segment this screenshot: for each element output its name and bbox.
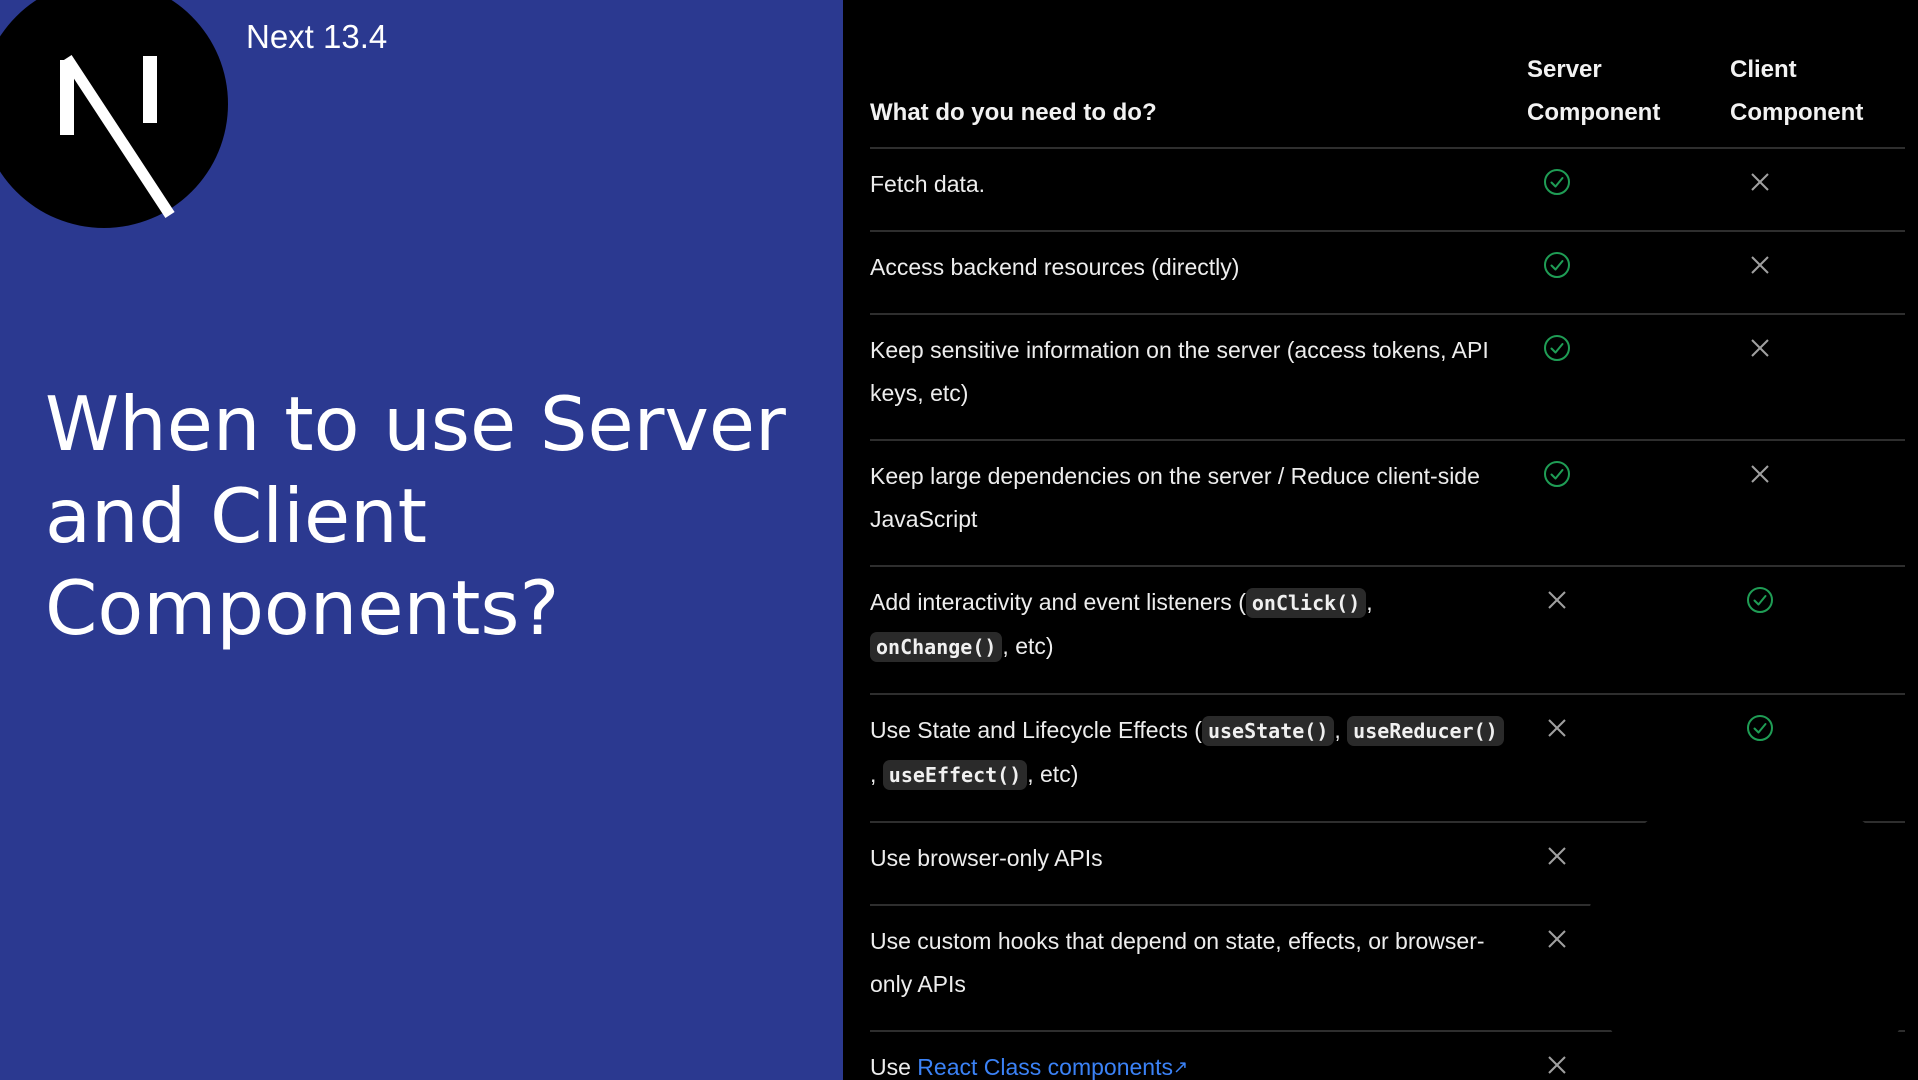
- row-text: , etc): [1027, 761, 1079, 787]
- header-client-line1: Client: [1730, 56, 1797, 83]
- title-panel: Next 13.4 When to use Server and Client …: [0, 0, 843, 1080]
- header-server-line1: Server: [1527, 56, 1602, 83]
- table-header: What do you need to do? Server Component…: [870, 48, 1905, 149]
- row-text: ,: [1334, 717, 1341, 743]
- external-link-icon: ↗: [1172, 1057, 1189, 1077]
- cross-icon: [1745, 167, 1775, 197]
- check-icon: [1745, 585, 1775, 615]
- header-client-line2: Component: [1730, 99, 1864, 126]
- header-client-component: Client Component: [1730, 48, 1880, 134]
- cross-icon: [1745, 459, 1775, 489]
- table-row: Keep large dependencies on the server / …: [870, 441, 1905, 567]
- header-task: What do you need to do?: [870, 99, 1157, 126]
- react-class-components-link[interactable]: React Class components: [917, 1054, 1173, 1080]
- row-text: Add interactivity and event listeners (: [870, 589, 1246, 615]
- cross-icon: [1745, 333, 1775, 363]
- row-text: , etc): [1002, 633, 1054, 659]
- header-server-line2: Component: [1527, 99, 1661, 126]
- row-task: Use React Class components↗: [870, 1046, 1510, 1080]
- row-task: Use State and Lifecycle Effects (useStat…: [870, 709, 1510, 797]
- cross-icon: [1745, 250, 1775, 280]
- cross-icon: [1542, 841, 1572, 871]
- cross-icon: [1542, 713, 1572, 743]
- table-row: Access backend resources (directly): [870, 232, 1905, 315]
- row-text: Use: [870, 1054, 918, 1080]
- slide: Next 13.4 When to use Server and Client …: [0, 0, 1918, 1080]
- row-text: ,: [1366, 589, 1373, 615]
- cross-icon: [1542, 1050, 1572, 1080]
- nextjs-logo-icon: [0, 0, 228, 228]
- check-icon: [1542, 333, 1572, 363]
- row-task: Use browser-only APIs: [870, 845, 1103, 871]
- code-onchange: onChange(): [870, 632, 1003, 662]
- check-icon: [1745, 713, 1775, 743]
- table-row: Keep sensitive information on the server…: [870, 315, 1905, 441]
- code-onclick: onClick(): [1245, 588, 1367, 618]
- cross-icon: [1542, 585, 1572, 615]
- header-server-component: Server Component: [1527, 48, 1677, 134]
- row-task: Access backend resources (directly): [870, 254, 1240, 280]
- check-icon: [1542, 250, 1572, 280]
- code-usestate: useState(): [1201, 716, 1335, 746]
- check-icon: [1542, 459, 1572, 489]
- table-row: Add interactivity and event listeners (o…: [870, 567, 1905, 695]
- slide-title: When to use Server and Client Components…: [45, 380, 786, 652]
- cross-icon: [1542, 924, 1572, 954]
- row-task: Keep sensitive information on the server…: [870, 337, 1489, 406]
- code-usereducer: useReducer(): [1347, 716, 1504, 746]
- row-text: ,: [870, 761, 877, 787]
- row-task: Add interactivity and event listeners (o…: [870, 581, 1510, 669]
- row-task: Fetch data.: [870, 171, 986, 197]
- table-row: Fetch data.: [870, 149, 1905, 232]
- row-task: Use custom hooks that depend on state, e…: [870, 928, 1485, 997]
- version-label: Next 13.4: [246, 18, 388, 55]
- code-useeffect: useEffect(): [882, 760, 1028, 790]
- row-text: Use State and Lifecycle Effects (: [870, 717, 1202, 743]
- row-task: Keep large dependencies on the server / …: [870, 463, 1480, 532]
- check-icon: [1542, 167, 1572, 197]
